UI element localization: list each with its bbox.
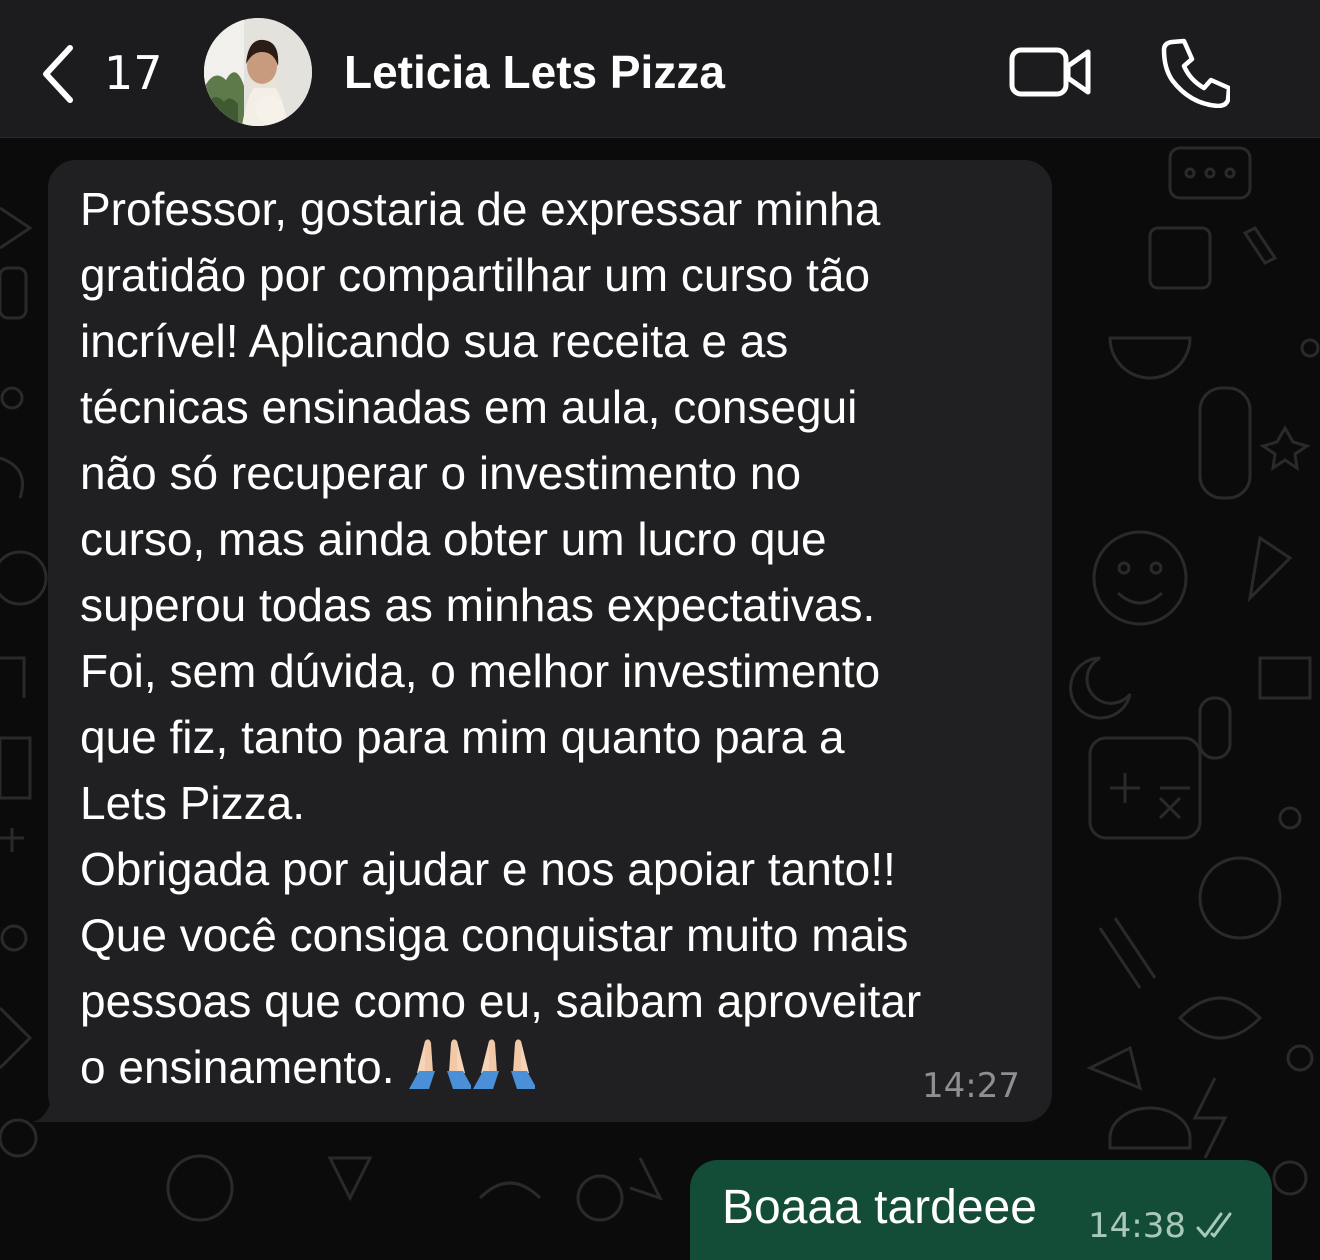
praying-hands-emoji [471, 1035, 538, 1089]
message-body: Professor, gostaria de expressar minha g… [80, 183, 922, 1093]
outgoing-message-bubble[interactable]: Boaaa tardeee 14:38 [690, 1160, 1272, 1260]
avatar[interactable] [204, 18, 312, 126]
phone-icon [1161, 38, 1232, 109]
unread-count: 17 [104, 46, 163, 100]
chevron-left-icon [43, 45, 73, 103]
chat-header: 17 Leticia Lets Pizza [0, 0, 1320, 138]
chat-screen: 17 Leticia Lets Pizza Professor, gostari… [0, 0, 1320, 1260]
incoming-message-text: Professor, gostaria de expressar minha g… [80, 176, 1030, 1100]
video-call-button[interactable] [1008, 40, 1094, 104]
contact-name[interactable]: Leticia Lets Pizza [344, 44, 725, 100]
voice-call-button[interactable] [1158, 36, 1232, 109]
incoming-message-bubble[interactable]: Professor, gostaria de expressar minha g… [48, 160, 1052, 1122]
incoming-message-time: 14:27 [922, 1066, 1020, 1106]
outgoing-message-text: Boaaa tardeee [722, 1181, 1037, 1234]
outgoing-message-time: 14:38 [1088, 1206, 1186, 1246]
double-check-icon [1196, 1212, 1232, 1238]
back-button[interactable]: 17 [30, 36, 163, 108]
avatar-photo [204, 18, 312, 126]
video-camera-icon [1009, 47, 1091, 97]
praying-hands-emoji [407, 1035, 474, 1089]
